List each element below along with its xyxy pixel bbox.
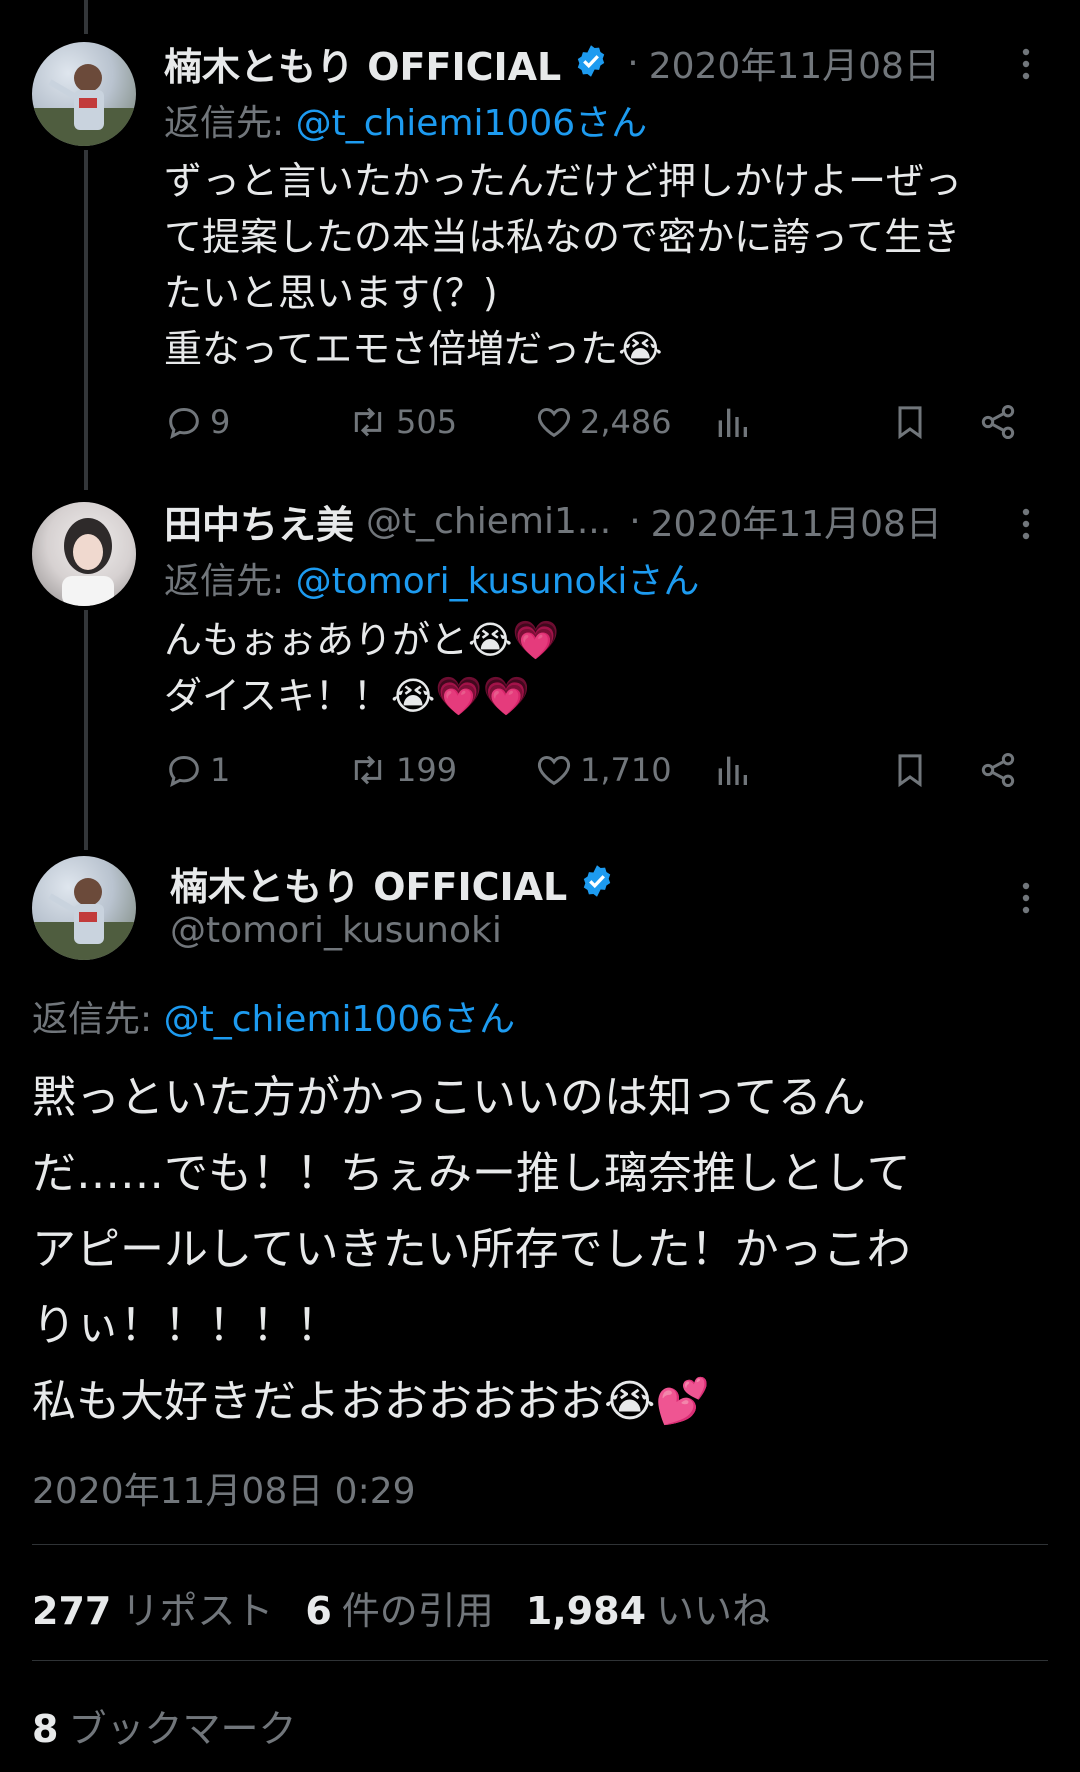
quote-label: 件の引用 [341,1589,494,1633]
reply-prefix: 返信先: [32,999,164,1040]
tweet1-text: ずっと言いたかったんだけど押しかけよーぜっ て提案したの本当は私なので密かに誇っ… [164,159,963,371]
like-count: 1,984 [525,1589,647,1633]
avatar-chiemi[interactable] [32,502,136,606]
like-icon [537,407,571,438]
reply-button[interactable]: 1 [164,750,230,790]
reply-handle-link[interactable]: @tomori_kusunokiさん [296,561,700,602]
quote-count: 6 [305,1589,332,1633]
repost-icon [354,755,382,785]
bookmark-count: 8 [32,1707,59,1751]
more-icon[interactable] [1014,880,1038,920]
like-label: いいね [656,1589,771,1633]
views-icon [718,408,747,437]
repost-label: リポスト [121,1589,274,1633]
avatar-tomori[interactable] [32,42,136,146]
main-header: 楠木ともり OFFICIAL [170,856,615,911]
tweet2-actions: 1 199 1,710 [164,750,1044,794]
avatar-photo-icon [32,502,136,606]
verified-badge-icon [573,43,609,83]
share-button[interactable] [978,402,1018,442]
main-tweet-text: 黙っといた方がかっこいいのは知ってるん だ……でも！！ちぇみー推し璃奈推しとして… [32,1072,911,1427]
engagement-stats: 277 リポスト 6 件の引用 1,984 いいね [32,1580,770,1635]
repost-count: 277 [32,1589,112,1633]
main-handle[interactable]: @tomori_kusunoki [170,910,502,951]
main-tweet-datetime[interactable]: 2020年11月08日 0:29 [32,1462,416,1514]
tweet1-header: 楠木ともり OFFICIAL · 2020年11月08日 [164,36,940,91]
reply-count: 9 [210,403,231,441]
bookmark-stats: 8 ブックマーク [32,1698,296,1753]
more-icon[interactable] [1014,506,1038,546]
bookmark-button[interactable] [890,750,930,790]
thread-line-2 [84,610,88,850]
reply-button[interactable]: 9 [164,402,230,442]
tweet2-display-name[interactable]: 田中ちえ美 [164,494,354,549]
quotes-stat[interactable]: 6 件の引用 [305,1580,493,1635]
verified-badge-icon [579,863,615,903]
share-icon [981,753,1015,787]
tweet2-header: 田中ちえ美 @t_chiemi1... · 2020年11月08日 [164,494,942,549]
thread-line-1 [84,150,88,490]
views-button[interactable] [712,402,752,442]
share-icon [981,405,1015,439]
main-reply-to: 返信先: @t_chiemi1006さん [32,990,515,1042]
reply-icon [169,755,199,787]
repost-count: 505 [396,403,458,441]
tweet1-timestamp[interactable]: 2020年11月08日 [649,37,940,89]
divider [32,1544,1048,1545]
repost-icon [354,407,382,437]
views-button[interactable] [712,750,752,790]
tweet2-timestamp[interactable]: 2020年11月08日 [651,495,942,547]
repost-button[interactable]: 199 [346,750,457,790]
tweet1-actions: 9 505 2,486 [164,402,1044,446]
bookmark-button[interactable] [890,402,930,442]
reply-icon [169,407,199,439]
tweet2-handle[interactable]: @t_chiemi1... [366,501,611,542]
more-icon[interactable] [1014,46,1038,86]
bookmark-label: ブックマーク [68,1707,297,1751]
thread-line-top [84,0,88,34]
like-count: 1,710 [580,751,672,789]
main-display-name[interactable]: 楠木ともり OFFICIAL [170,856,567,911]
reply-handle-link[interactable]: @t_chiemi1006さん [164,999,516,1040]
like-count: 2,486 [580,403,672,441]
separator-dot: · [627,42,639,84]
bookmarks-stat[interactable]: 8 ブックマーク [32,1698,296,1753]
reply-handle-link[interactable]: @t_chiemi1006さん [296,103,648,144]
tweet2-text: んもぉぉありがと😭💗 ダイスキ！！😭💗💗 [164,618,560,718]
repost-count: 199 [396,751,458,789]
tweet1-reply-to: 返信先: @t_chiemi1006さん [164,94,647,146]
avatar-photo-icon [32,878,136,960]
bookmark-icon [898,754,922,788]
divider [32,1660,1048,1661]
like-button[interactable]: 1,710 [534,750,672,790]
tweet2-reply-to: 返信先: @tomori_kusunokiさん [164,552,699,604]
bookmark-icon [898,406,922,440]
reply-prefix: 返信先: [164,561,296,602]
avatar-photo-icon [32,64,136,146]
likes-stat[interactable]: 1,984 いいね [526,1580,770,1635]
tweet1-display-name[interactable]: 楠木ともり OFFICIAL [164,36,561,91]
repost-button[interactable]: 505 [346,402,457,442]
like-button[interactable]: 2,486 [534,402,672,442]
share-button[interactable] [978,750,1018,790]
reply-count: 1 [210,751,231,789]
separator-dot: · [629,500,641,542]
reposts-stat[interactable]: 277 リポスト [32,1580,273,1635]
like-icon [537,755,571,786]
views-icon [718,756,747,785]
avatar-tomori-main[interactable] [32,856,136,960]
reply-prefix: 返信先: [164,103,296,144]
